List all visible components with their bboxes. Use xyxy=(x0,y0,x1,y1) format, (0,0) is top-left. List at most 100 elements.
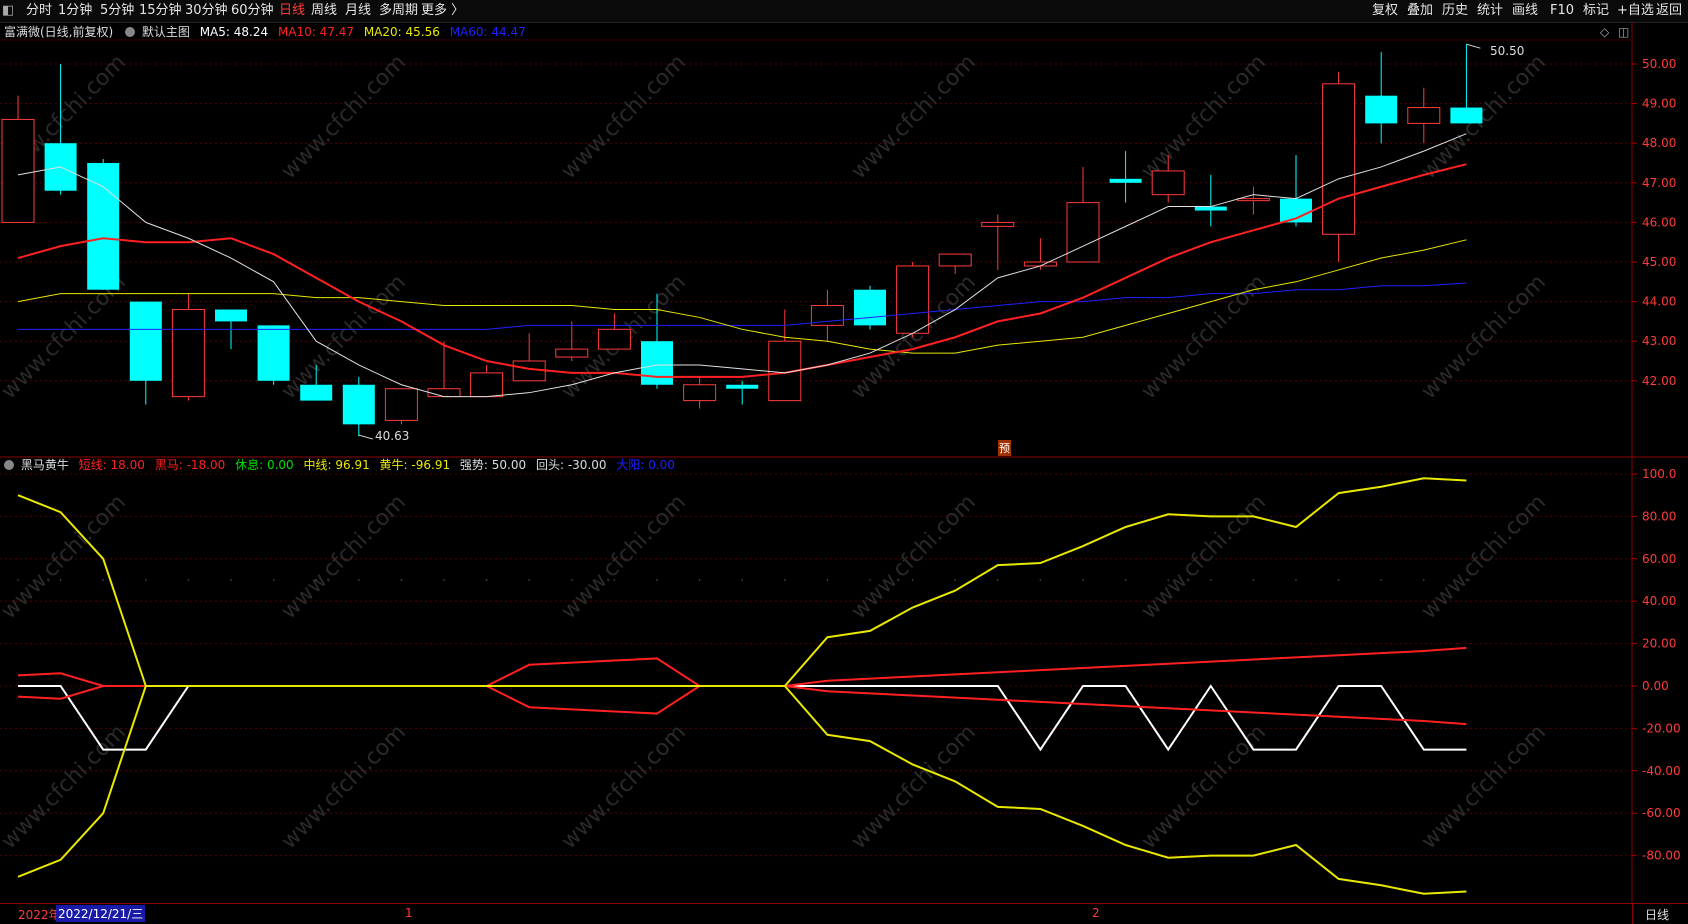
candle-body-up xyxy=(597,328,631,350)
price-tick-label: 45.00 xyxy=(1642,255,1676,269)
strength-dot xyxy=(358,579,360,581)
strength-dot xyxy=(17,579,19,581)
template-icon[interactable] xyxy=(125,27,136,37)
strength-dot xyxy=(741,579,743,581)
watermark-text: www.cfchi.com xyxy=(277,490,411,624)
candle-body-up xyxy=(1322,83,1356,235)
year-label: 2022年 xyxy=(18,908,61,922)
candle-body-up xyxy=(171,309,205,398)
strength-dot xyxy=(997,579,999,581)
candle-body-down xyxy=(129,301,162,381)
watermark-text: www.cfchi.com xyxy=(557,490,691,624)
candle-body-up xyxy=(470,372,504,398)
ma5-label: MA5: 48.24 xyxy=(199,25,269,39)
strength-dot xyxy=(59,579,62,581)
xiuxi-label: 休息: 0.00 xyxy=(235,458,294,472)
ma5-line xyxy=(17,133,1467,398)
huangniu-line xyxy=(17,685,1467,895)
candle-body-up xyxy=(384,388,418,421)
watermark-text: www.cfchi.com xyxy=(1417,720,1551,854)
watermark-text: www.cfchi.com xyxy=(277,50,411,184)
indicator-tick-label: -40.00 xyxy=(1642,764,1681,778)
indicator-tick-label: 20.00 xyxy=(1642,637,1676,651)
strength-dot xyxy=(784,579,786,581)
indicator-toggle-icon[interactable] xyxy=(4,460,14,470)
strength-dot xyxy=(1039,579,1042,581)
indicator-name[interactable]: 黑马黄牛 xyxy=(21,458,69,472)
huangniu-label: 黄牛: -96.91 xyxy=(379,458,451,472)
candle-body-up xyxy=(1066,202,1100,263)
price-tick-label: 47.00 xyxy=(1642,176,1676,190)
candle-body-up xyxy=(683,384,717,402)
price-tick-label: 42.00 xyxy=(1642,374,1676,388)
strength-dot xyxy=(911,579,914,581)
strength-dot xyxy=(145,579,147,581)
price-tick-label: 46.00 xyxy=(1642,215,1676,229)
watermark-layer: www.cfchi.com www.cfchi.com www.cfchi.com w… xyxy=(0,50,1551,854)
strength-dot xyxy=(443,579,445,581)
strength-dot xyxy=(400,579,403,581)
watermark-text: www.cfchi.com xyxy=(1137,490,1271,624)
strength-dot xyxy=(1380,579,1382,581)
candle-body-up xyxy=(1023,261,1057,267)
qiangshi-label: 强势: 50.00 xyxy=(459,458,527,472)
strength-dot xyxy=(954,579,956,581)
dayang-label: 大阳: 0.00 xyxy=(616,458,675,472)
strength-dot xyxy=(528,579,530,581)
candle-body-down xyxy=(1450,107,1483,124)
strength-dot xyxy=(656,579,658,581)
high-pointer xyxy=(1466,43,1481,49)
candle-body-up xyxy=(1407,107,1441,124)
candle-body-down xyxy=(854,289,886,326)
month-mark-1: 1 xyxy=(405,906,413,920)
candle-body-down xyxy=(342,384,375,425)
window-icon[interactable]: ◫ xyxy=(1618,25,1629,39)
strength-dot xyxy=(1337,579,1340,581)
low-pointer xyxy=(358,434,373,440)
candle-body-down xyxy=(1109,178,1142,183)
candle-body-down xyxy=(1365,95,1398,124)
indicator-tick-label: -60.00 xyxy=(1642,806,1681,820)
strength-dot xyxy=(187,579,190,581)
strength-dot xyxy=(272,579,275,581)
date-axis xyxy=(0,903,1632,924)
watermark-text: www.cfchi.com xyxy=(1417,270,1551,404)
candle-body-up xyxy=(981,221,1015,227)
main-legend: 富满微(日线,前复权) 默认主图 MA5: 48.24 MA10: 47.47 … xyxy=(4,24,526,40)
strength-dot xyxy=(613,579,616,581)
strength-dot xyxy=(826,579,829,581)
watermark-text: www.cfchi.com xyxy=(847,50,981,184)
indicator-tick-label: -20.00 xyxy=(1642,721,1681,735)
period-label[interactable]: 日线 xyxy=(1645,906,1669,923)
strength-dot xyxy=(1082,579,1084,581)
indicator-lines xyxy=(17,477,1468,895)
diamond-icon[interactable]: ◇ xyxy=(1600,25,1609,39)
strength-dot xyxy=(1252,579,1255,581)
low-price-label: 40.63 xyxy=(375,429,410,443)
strength-dot xyxy=(1167,579,1169,581)
price-tick-label: 44.00 xyxy=(1642,295,1676,309)
indicator-legend: 黑马黄牛 短线: 18.00 黑马: -18.00 休息: 0.00 中线: 9… xyxy=(4,457,675,473)
indicator-tick-label: 100.0 xyxy=(1642,467,1676,481)
indicator-tick-label: -80.00 xyxy=(1642,849,1681,863)
price-tick-label: 43.00 xyxy=(1642,334,1676,348)
forecast-mark[interactable]: 预 xyxy=(998,440,1011,456)
strength-dot xyxy=(1423,579,1425,581)
template-label[interactable]: 默认主图 xyxy=(142,25,190,39)
heima-label: 黑马: -18.00 xyxy=(154,458,226,472)
watermark-text: www.cfchi.com xyxy=(557,50,691,184)
strength-dot xyxy=(1295,579,1297,581)
strength-dot xyxy=(1210,579,1212,581)
watermark-text: www.cfchi.com xyxy=(1417,490,1551,624)
candle-body-down xyxy=(1194,206,1227,211)
month-mark-2: 2 xyxy=(1092,906,1100,920)
candle-body-down xyxy=(641,341,673,385)
strength-dot xyxy=(230,579,232,581)
watermark-text: www.cfchi.com xyxy=(1137,50,1271,184)
watermark-text: www.cfchi.com xyxy=(277,270,411,404)
candle-body-down xyxy=(300,384,333,401)
candle-body-down xyxy=(257,325,290,381)
strength-dot xyxy=(698,579,701,581)
duanxian-label: 短线: 18.00 xyxy=(78,458,145,472)
strength-dot xyxy=(869,579,871,581)
